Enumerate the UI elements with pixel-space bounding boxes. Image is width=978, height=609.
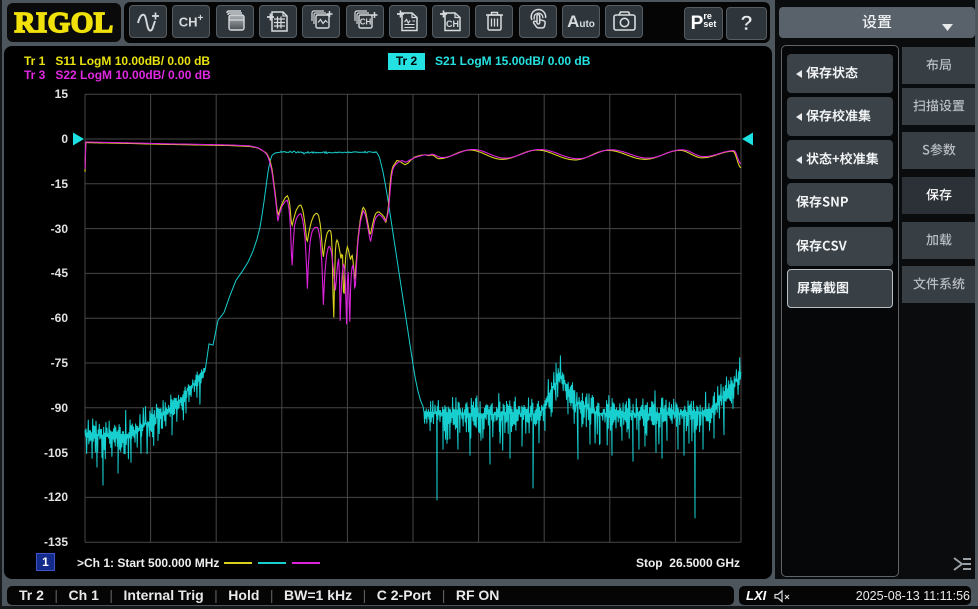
svg-text:CH: CH bbox=[359, 18, 371, 27]
svg-text:CH: CH bbox=[446, 19, 459, 29]
